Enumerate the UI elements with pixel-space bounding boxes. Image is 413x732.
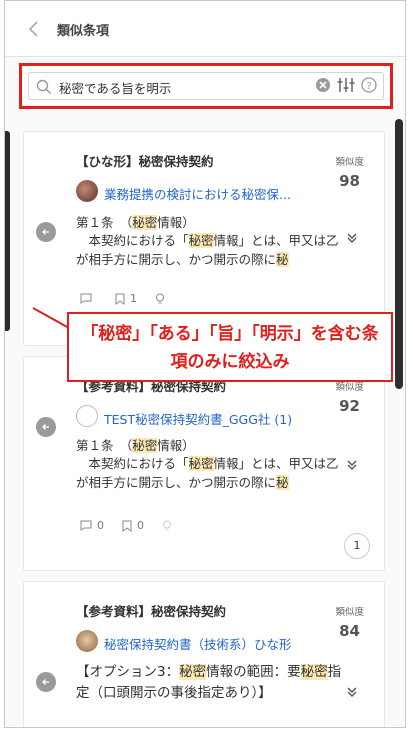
expand-chevron-icon[interactable] <box>346 232 358 247</box>
panel-title: 類似条項 <box>57 24 110 39</box>
help-icon[interactable]: ? <box>361 77 377 93</box>
search-highlight-box: 秘密である旨を明示 ? <box>19 63 393 109</box>
bookmark-icon <box>122 520 132 532</box>
lightbulb-icon <box>163 520 171 530</box>
back-button[interactable] <box>27 19 47 39</box>
expand-chevron-icon[interactable] <box>346 686 358 701</box>
result-card[interactable]: 【参考資料】秘密保持契約 類似度 92 TEST秘密保持契約書_GGG社 (1)… <box>23 356 385 571</box>
comment-count[interactable]: 0 <box>80 519 104 532</box>
insert-clause-button[interactable] <box>36 672 56 692</box>
avatar <box>76 180 98 202</box>
clause-heading: 第１条 （秘密情報） <box>76 215 195 230</box>
search-input[interactable]: 秘密である旨を明示 <box>59 78 171 97</box>
search-icon <box>36 79 51 94</box>
bookmark-count[interactable]: 0 <box>122 519 144 532</box>
bookmark-count[interactable]: 1 <box>115 292 137 305</box>
annotation-callout: 「秘密」「ある」「旨」「明示」を含む条項のみに絞込み <box>67 312 393 382</box>
bookmark-icon <box>115 293 125 305</box>
panel-header: 類似条項 <box>5 1 405 57</box>
bookmark-count-value: 1 <box>130 292 137 305</box>
card-title: 【参考資料】秘密保持契約 <box>76 604 227 619</box>
clause-text: 【オプション3：秘密情報の範囲：要秘密指定（口頭開示の事後指定あり）】 <box>76 664 342 701</box>
similarity-label: 類似度 <box>335 607 364 618</box>
avatar <box>76 630 98 652</box>
clause-text: 本契約における「秘密情報」とは、甲又は乙が相手方に開示し、かつ開示の際に秘 <box>76 456 339 490</box>
similar-clauses-panel: 類似条項 秘密である旨を明示 ? 【ひな形】秘密保持契約 類似度 98 業務提携… <box>4 0 406 728</box>
insert-clause-button[interactable] <box>36 222 56 242</box>
arrow-left-icon <box>42 679 49 685</box>
result-card[interactable]: 【参考資料】秘密保持契約 類似度 84 秘密保持契約書（技術系）ひな形 【オプシ… <box>23 581 385 727</box>
left-edge-scroll-indicator <box>5 131 10 331</box>
similarity-label: 類似度 <box>335 157 364 168</box>
arrow-left-icon <box>42 424 49 430</box>
search-field[interactable]: 秘密である旨を明示 ? <box>28 72 384 100</box>
clause-text: 本契約における「秘密情報」とは、甲又は乙が相手方に開示し、かつ開示の際に秘 <box>76 233 339 267</box>
document-link[interactable]: 秘密保持契約書（技術系）ひな形 <box>104 634 292 653</box>
svg-text:?: ? <box>366 81 371 92</box>
expand-chevron-icon[interactable] <box>346 459 358 474</box>
tip-button[interactable] <box>155 293 165 305</box>
scrollbar[interactable] <box>395 119 403 389</box>
card-meta: 0 0 <box>80 519 172 532</box>
tip-button[interactable] <box>162 520 172 532</box>
card-title: 【ひな形】秘密保持契約 <box>76 154 214 169</box>
comment-count[interactable] <box>80 293 97 304</box>
lightbulb-icon <box>156 293 164 303</box>
similarity-score: 98 <box>339 172 360 190</box>
document-link[interactable]: 業務提携の検討における秘密保... <box>104 184 291 203</box>
filter-sliders-icon[interactable] <box>337 77 355 93</box>
comment-icon <box>80 293 92 304</box>
arrow-left-icon <box>42 229 49 235</box>
avatar <box>76 405 98 427</box>
comment-icon <box>80 520 92 531</box>
clause-heading: 第１条 （秘密情報） <box>76 438 195 453</box>
insert-clause-button[interactable] <box>36 417 56 437</box>
comment-count-value: 0 <box>97 519 104 532</box>
similarity-score: 84 <box>339 622 360 640</box>
chevron-left-icon <box>28 21 38 37</box>
card-meta: 1 <box>80 292 165 305</box>
callout-pointer <box>32 307 70 348</box>
callout-text: 「秘密」「ある」「旨」「明示」を含む条項のみに絞込み <box>81 324 379 372</box>
match-count-badge[interactable]: 1 <box>344 533 370 559</box>
document-link[interactable]: TEST秘密保持契約書_GGG社 (1) <box>104 409 292 428</box>
similarity-score: 92 <box>339 397 360 415</box>
bookmark-count-value: 0 <box>137 519 144 532</box>
clear-icon[interactable] <box>315 77 331 93</box>
